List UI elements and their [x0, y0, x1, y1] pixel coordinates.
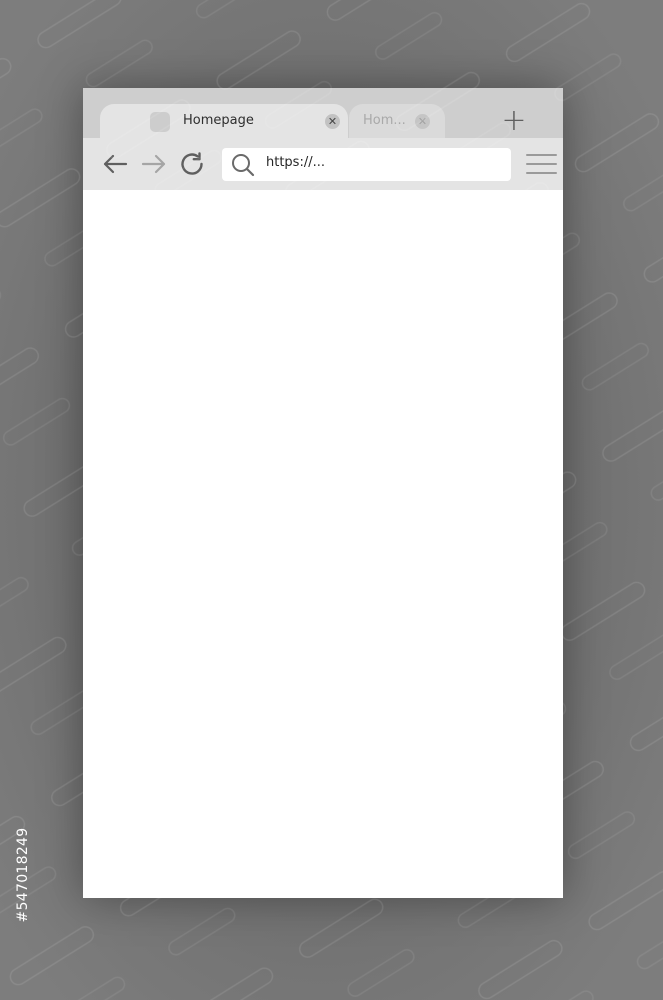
favicon-icon	[150, 112, 170, 132]
stock-id-label: #547018249	[12, 765, 34, 985]
back-button[interactable]	[101, 151, 129, 177]
tab-homepage[interactable]: Homepage ✕	[100, 104, 348, 138]
tab-title: Homepage	[183, 113, 254, 128]
address-bar[interactable]: https://...	[222, 148, 511, 181]
tab-inactive[interactable]: Hom... ✕	[349, 104, 445, 138]
url-input[interactable]: https://...	[266, 155, 325, 170]
page-content-area	[83, 190, 563, 898]
forward-button[interactable]	[140, 151, 168, 177]
arrow-left-icon	[103, 154, 128, 174]
toolbar: https://...	[83, 138, 563, 190]
hamburger-menu-icon	[526, 154, 557, 174]
arrow-right-icon	[141, 154, 166, 174]
menu-button[interactable]	[526, 152, 557, 176]
close-tab-icon[interactable]: ✕	[325, 114, 340, 129]
tab-strip: Homepage ✕ Hom... ✕ +	[83, 88, 563, 138]
close-tab-icon[interactable]: ✕	[415, 114, 430, 129]
new-tab-button[interactable]: +	[501, 106, 527, 136]
search-icon	[232, 154, 255, 177]
tab-title: Hom...	[363, 113, 406, 128]
stock-id-text: #547018249	[15, 827, 31, 923]
reload-button[interactable]	[179, 151, 207, 177]
reload-icon	[181, 152, 203, 175]
browser-window: Homepage ✕ Hom... ✕ + https://...	[83, 88, 563, 898]
